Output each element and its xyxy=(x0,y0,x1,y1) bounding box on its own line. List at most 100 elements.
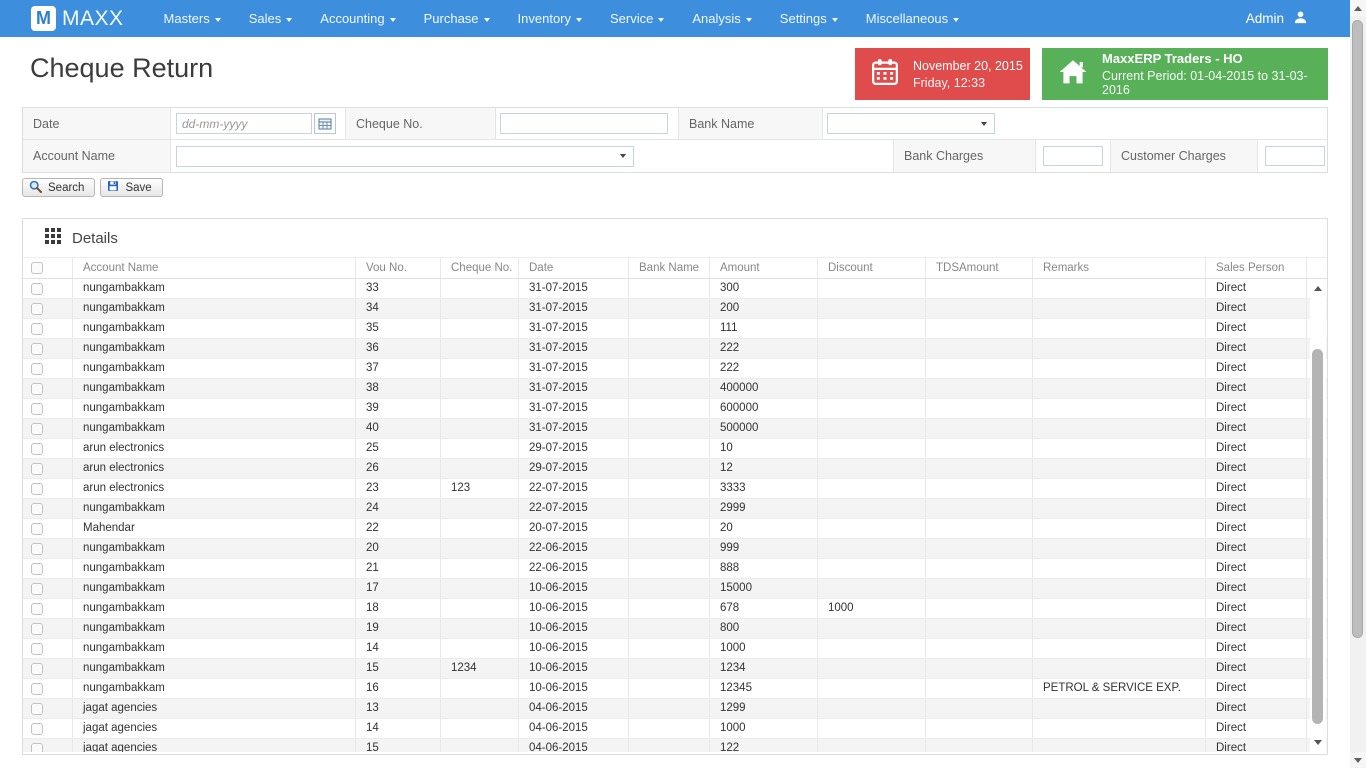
page-scrollbar-thumb[interactable] xyxy=(1352,20,1363,638)
table-row[interactable]: nungambakkam 40 31-07-2015 500000 Direct xyxy=(23,419,1327,439)
table-row[interactable]: nungambakkam 33 31-07-2015 300 Direct xyxy=(23,279,1327,299)
page-scroll-up[interactable] xyxy=(1350,0,1366,16)
cell-discount xyxy=(818,519,926,538)
column-header-vou-no[interactable]: Vou No. xyxy=(356,258,441,278)
filter-row-2: Account Name Bank Charges Customer Charg… xyxy=(23,140,1327,172)
row-checkbox[interactable] xyxy=(31,422,43,435)
row-checkbox[interactable] xyxy=(31,702,43,715)
table-row[interactable]: nungambakkam 35 31-07-2015 111 Direct xyxy=(23,319,1327,339)
cell-discount xyxy=(818,499,926,518)
bank-charges-input[interactable] xyxy=(1043,146,1103,166)
row-checkbox-cell xyxy=(23,479,73,498)
table-row[interactable]: arun electronics 25 29-07-2015 10 Direct xyxy=(23,439,1327,459)
table-row[interactable]: nungambakkam 15 1234 10-06-2015 1234 Direct xyxy=(23,659,1327,679)
row-checkbox[interactable] xyxy=(31,302,43,315)
cell-bank-name xyxy=(629,339,710,358)
row-checkbox[interactable] xyxy=(31,382,43,395)
column-header-date[interactable]: Date xyxy=(519,258,629,278)
cell-discount xyxy=(818,639,926,658)
table-row[interactable]: jagat agencies 14 04-06-2015 1000 Direct xyxy=(23,719,1327,739)
row-checkbox[interactable] xyxy=(31,662,43,675)
row-checkbox[interactable] xyxy=(31,582,43,595)
column-header-sales-person[interactable]: Sales Person xyxy=(1206,258,1307,278)
row-checkbox[interactable] xyxy=(31,522,43,535)
nav-item-label: Purchase xyxy=(423,11,479,26)
nav-item-purchase[interactable]: Purchase xyxy=(410,0,504,37)
column-header-cheque-no[interactable]: Cheque No. xyxy=(441,258,519,278)
column-header-bank-name[interactable]: Bank Name xyxy=(629,258,710,278)
nav-item-miscellaneous[interactable]: Miscellaneous xyxy=(852,0,973,37)
table-row[interactable]: nungambakkam 37 31-07-2015 222 Direct xyxy=(23,359,1327,379)
nav-item-service[interactable]: Service xyxy=(596,0,678,37)
table-row[interactable]: nungambakkam 16 10-06-2015 12345 PETROL & SE… xyxy=(23,679,1327,699)
row-checkbox[interactable] xyxy=(31,282,43,295)
nav-item-sales[interactable]: Sales xyxy=(235,0,307,37)
customer-charges-input[interactable] xyxy=(1265,146,1325,166)
row-checkbox[interactable] xyxy=(31,622,43,635)
row-checkbox[interactable] xyxy=(31,722,43,735)
table-row[interactable]: jagat agencies 15 04-06-2015 122 Direct xyxy=(23,739,1327,752)
cell-cheque-no xyxy=(441,279,519,298)
cell-account-name: nungambakkam xyxy=(73,399,356,418)
cell-account-name: arun electronics xyxy=(73,479,356,498)
cell-discount xyxy=(818,339,926,358)
cell-cheque-no xyxy=(441,299,519,318)
row-checkbox[interactable] xyxy=(31,402,43,415)
nav-item-inventory[interactable]: Inventory xyxy=(504,0,596,37)
row-checkbox[interactable] xyxy=(31,742,43,752)
column-header-remarks[interactable]: Remarks xyxy=(1033,258,1206,278)
caret-down-icon xyxy=(981,121,987,126)
table-row[interactable]: nungambakkam 14 10-06-2015 1000 Direct xyxy=(23,639,1327,659)
row-checkbox[interactable] xyxy=(31,682,43,695)
table-row[interactable]: nungambakkam 19 10-06-2015 800 Direct xyxy=(23,619,1327,639)
nav-item-masters[interactable]: Masters xyxy=(150,0,235,37)
row-checkbox[interactable] xyxy=(31,602,43,615)
bank-name-select[interactable] xyxy=(827,113,995,134)
save-button[interactable]: Save xyxy=(100,178,163,197)
user-menu[interactable]: Admin xyxy=(1246,10,1308,28)
table-row[interactable]: nungambakkam 18 10-06-2015 678 1000 Direct xyxy=(23,599,1327,619)
table-row[interactable]: arun electronics 23 123 22-07-2015 3333 Direc… xyxy=(23,479,1327,499)
table-row[interactable]: nungambakkam 24 22-07-2015 2999 Direct xyxy=(23,499,1327,519)
row-checkbox[interactable] xyxy=(31,342,43,355)
table-row[interactable]: nungambakkam 20 22-06-2015 999 Direct xyxy=(23,539,1327,559)
row-checkbox[interactable] xyxy=(31,482,43,495)
column-header-discount[interactable]: Discount xyxy=(818,258,926,278)
scroll-down-icon[interactable] xyxy=(1314,740,1322,745)
table-row[interactable]: jagat agencies 13 04-06-2015 1299 Direct xyxy=(23,699,1327,719)
search-button[interactable]: Search xyxy=(22,178,96,197)
account-name-select[interactable] xyxy=(176,145,634,167)
grid-scrollbar-thumb[interactable] xyxy=(1312,349,1323,724)
table-row[interactable]: arun electronics 26 29-07-2015 12 Direct xyxy=(23,459,1327,479)
column-header-amount[interactable]: Amount xyxy=(710,258,818,278)
column-header-account-name[interactable]: Account Name xyxy=(73,258,356,278)
cell-bank-name xyxy=(629,739,710,752)
row-checkbox[interactable] xyxy=(31,362,43,375)
table-row[interactable]: Mahendar 22 20-07-2015 20 Direct xyxy=(23,519,1327,539)
cheque-no-input[interactable] xyxy=(500,113,668,134)
table-row[interactable]: nungambakkam 17 10-06-2015 15000 Direct xyxy=(23,579,1327,599)
page-scroll-down[interactable] xyxy=(1350,752,1366,768)
row-checkbox[interactable] xyxy=(31,542,43,555)
maxx-logo[interactable]: M MAXX xyxy=(31,6,124,31)
nav-item-analysis[interactable]: Analysis xyxy=(678,0,765,37)
column-header-tds-amount[interactable]: TDSAmount xyxy=(926,258,1033,278)
table-row[interactable]: nungambakkam 21 22-06-2015 888 Direct xyxy=(23,559,1327,579)
table-row[interactable]: nungambakkam 34 31-07-2015 200 Direct xyxy=(23,299,1327,319)
row-checkbox[interactable] xyxy=(31,322,43,335)
row-checkbox[interactable] xyxy=(31,642,43,655)
date-picker-button[interactable] xyxy=(314,113,336,134)
row-checkbox[interactable] xyxy=(31,462,43,475)
cell-account-name: nungambakkam xyxy=(73,419,356,438)
row-checkbox[interactable] xyxy=(31,502,43,515)
select-all-checkbox[interactable] xyxy=(31,262,43,274)
nav-item-settings[interactable]: Settings xyxy=(766,0,852,37)
scroll-up-icon[interactable] xyxy=(1314,286,1322,291)
table-row[interactable]: nungambakkam 38 31-07-2015 400000 Direct xyxy=(23,379,1327,399)
date-input[interactable] xyxy=(176,113,312,134)
table-row[interactable]: nungambakkam 39 31-07-2015 600000 Direct xyxy=(23,399,1327,419)
nav-item-accounting[interactable]: Accounting xyxy=(306,0,409,37)
table-row[interactable]: nungambakkam 36 31-07-2015 222 Direct xyxy=(23,339,1327,359)
row-checkbox[interactable] xyxy=(31,442,43,455)
row-checkbox[interactable] xyxy=(31,562,43,575)
